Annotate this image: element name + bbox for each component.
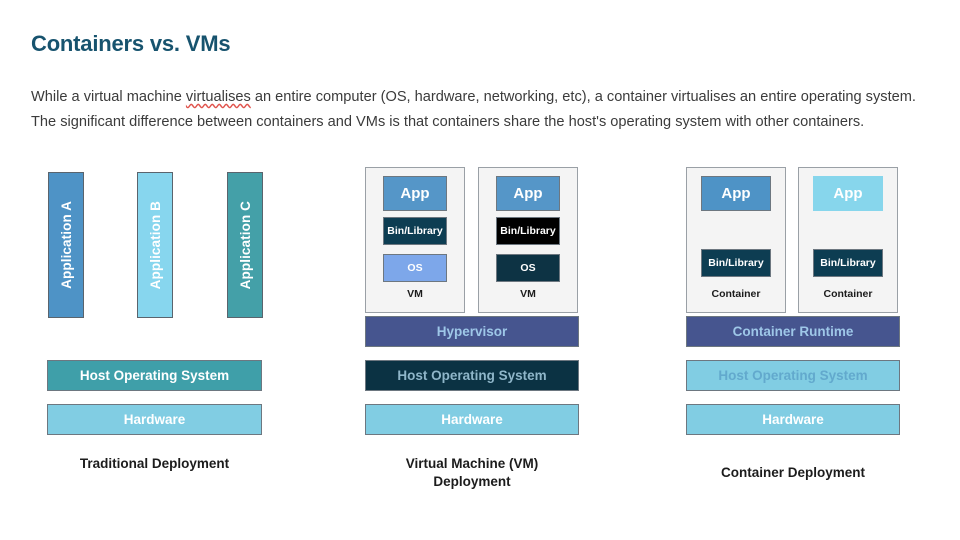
vm1-bin-label: Bin/Library	[387, 225, 443, 237]
vm-caption-line1: Virtual Machine (VM)	[405, 456, 539, 471]
container2-app-box: App	[813, 176, 883, 211]
vm-hardware-label: Hardware	[441, 412, 503, 427]
vm2-panel-label: VM	[478, 288, 578, 300]
vm1-app-label: App	[400, 185, 430, 202]
application-a-label: Application A	[58, 201, 74, 289]
vm1-panel-label-text: VM	[407, 288, 423, 300]
intro-paragraph: While a virtual machine virtualises an e…	[31, 85, 933, 135]
container-hardware-label: Hardware	[762, 412, 824, 427]
container1-app-box: App	[701, 176, 771, 211]
vm1-panel-label: VM	[365, 288, 465, 300]
vm1-os-box: OS	[383, 254, 447, 282]
traditional-caption-text: Traditional Deployment	[79, 456, 230, 471]
hypervisor-label: Hypervisor	[436, 324, 508, 339]
page-title: Containers vs. VMs	[31, 31, 231, 56]
traditional-caption: Traditional Deployment	[47, 455, 262, 473]
vm1-bin-box: Bin/Library	[383, 217, 447, 245]
container1-bin-label: Bin/Library	[708, 257, 764, 269]
application-b-label: Application B	[147, 200, 163, 290]
container-caption: Container Deployment	[686, 464, 900, 482]
container-host-os-bar: Host Operating System	[686, 360, 900, 391]
traditional-hardware-bar: Hardware	[47, 404, 262, 435]
container1-panel-label: Container	[686, 288, 786, 300]
application-c-label: Application C	[237, 200, 253, 290]
container1-app-label: App	[721, 185, 751, 202]
traditional-host-os-label: Host Operating System	[79, 368, 230, 383]
container1-panel-label-text: Container	[711, 288, 761, 300]
vm2-panel-label-text: VM	[520, 288, 536, 300]
intro-text-part1: While a virtual machine	[31, 89, 186, 105]
vm-host-os-label: Host Operating System	[397, 368, 547, 383]
misspelled-word: virtualises	[185, 89, 251, 105]
hypervisor-bar: Hypervisor	[365, 316, 579, 347]
container-hardware-bar: Hardware	[686, 404, 900, 435]
application-a-box: Application A	[48, 172, 84, 318]
container-runtime-label: Container Runtime	[732, 324, 854, 339]
vm-host-os-bar: Host Operating System	[365, 360, 579, 391]
application-b-box: Application B	[137, 172, 173, 318]
vm2-bin-box: Bin/Library	[496, 217, 560, 245]
container-caption-text: Container Deployment	[720, 465, 866, 480]
container2-panel-label-text: Container	[823, 288, 873, 300]
vm-hardware-bar: Hardware	[365, 404, 579, 435]
vm1-os-label: OS	[407, 262, 423, 274]
container2-app-label: App	[833, 185, 863, 202]
vm2-os-box: OS	[496, 254, 560, 282]
vm2-app-label: App	[513, 185, 543, 202]
vm2-bin-label: Bin/Library	[500, 225, 556, 237]
container2-panel-label: Container	[798, 288, 898, 300]
container-runtime-bar: Container Runtime	[686, 316, 900, 347]
container2-bin-box: Bin/Library	[813, 249, 883, 277]
vm1-app-box: App	[383, 176, 447, 211]
container2-bin-label: Bin/Library	[820, 257, 876, 269]
container1-bin-box: Bin/Library	[701, 249, 771, 277]
container-host-os-label: Host Operating System	[718, 368, 868, 383]
vm-caption: Virtual Machine (VM) Deployment	[365, 455, 579, 491]
traditional-hardware-label: Hardware	[123, 412, 186, 427]
vm-caption-line2: Deployment	[433, 474, 511, 489]
application-c-box: Application C	[227, 172, 263, 318]
traditional-host-os-bar: Host Operating System	[47, 360, 262, 391]
vm2-app-box: App	[496, 176, 560, 211]
vm2-os-label: OS	[520, 262, 536, 274]
